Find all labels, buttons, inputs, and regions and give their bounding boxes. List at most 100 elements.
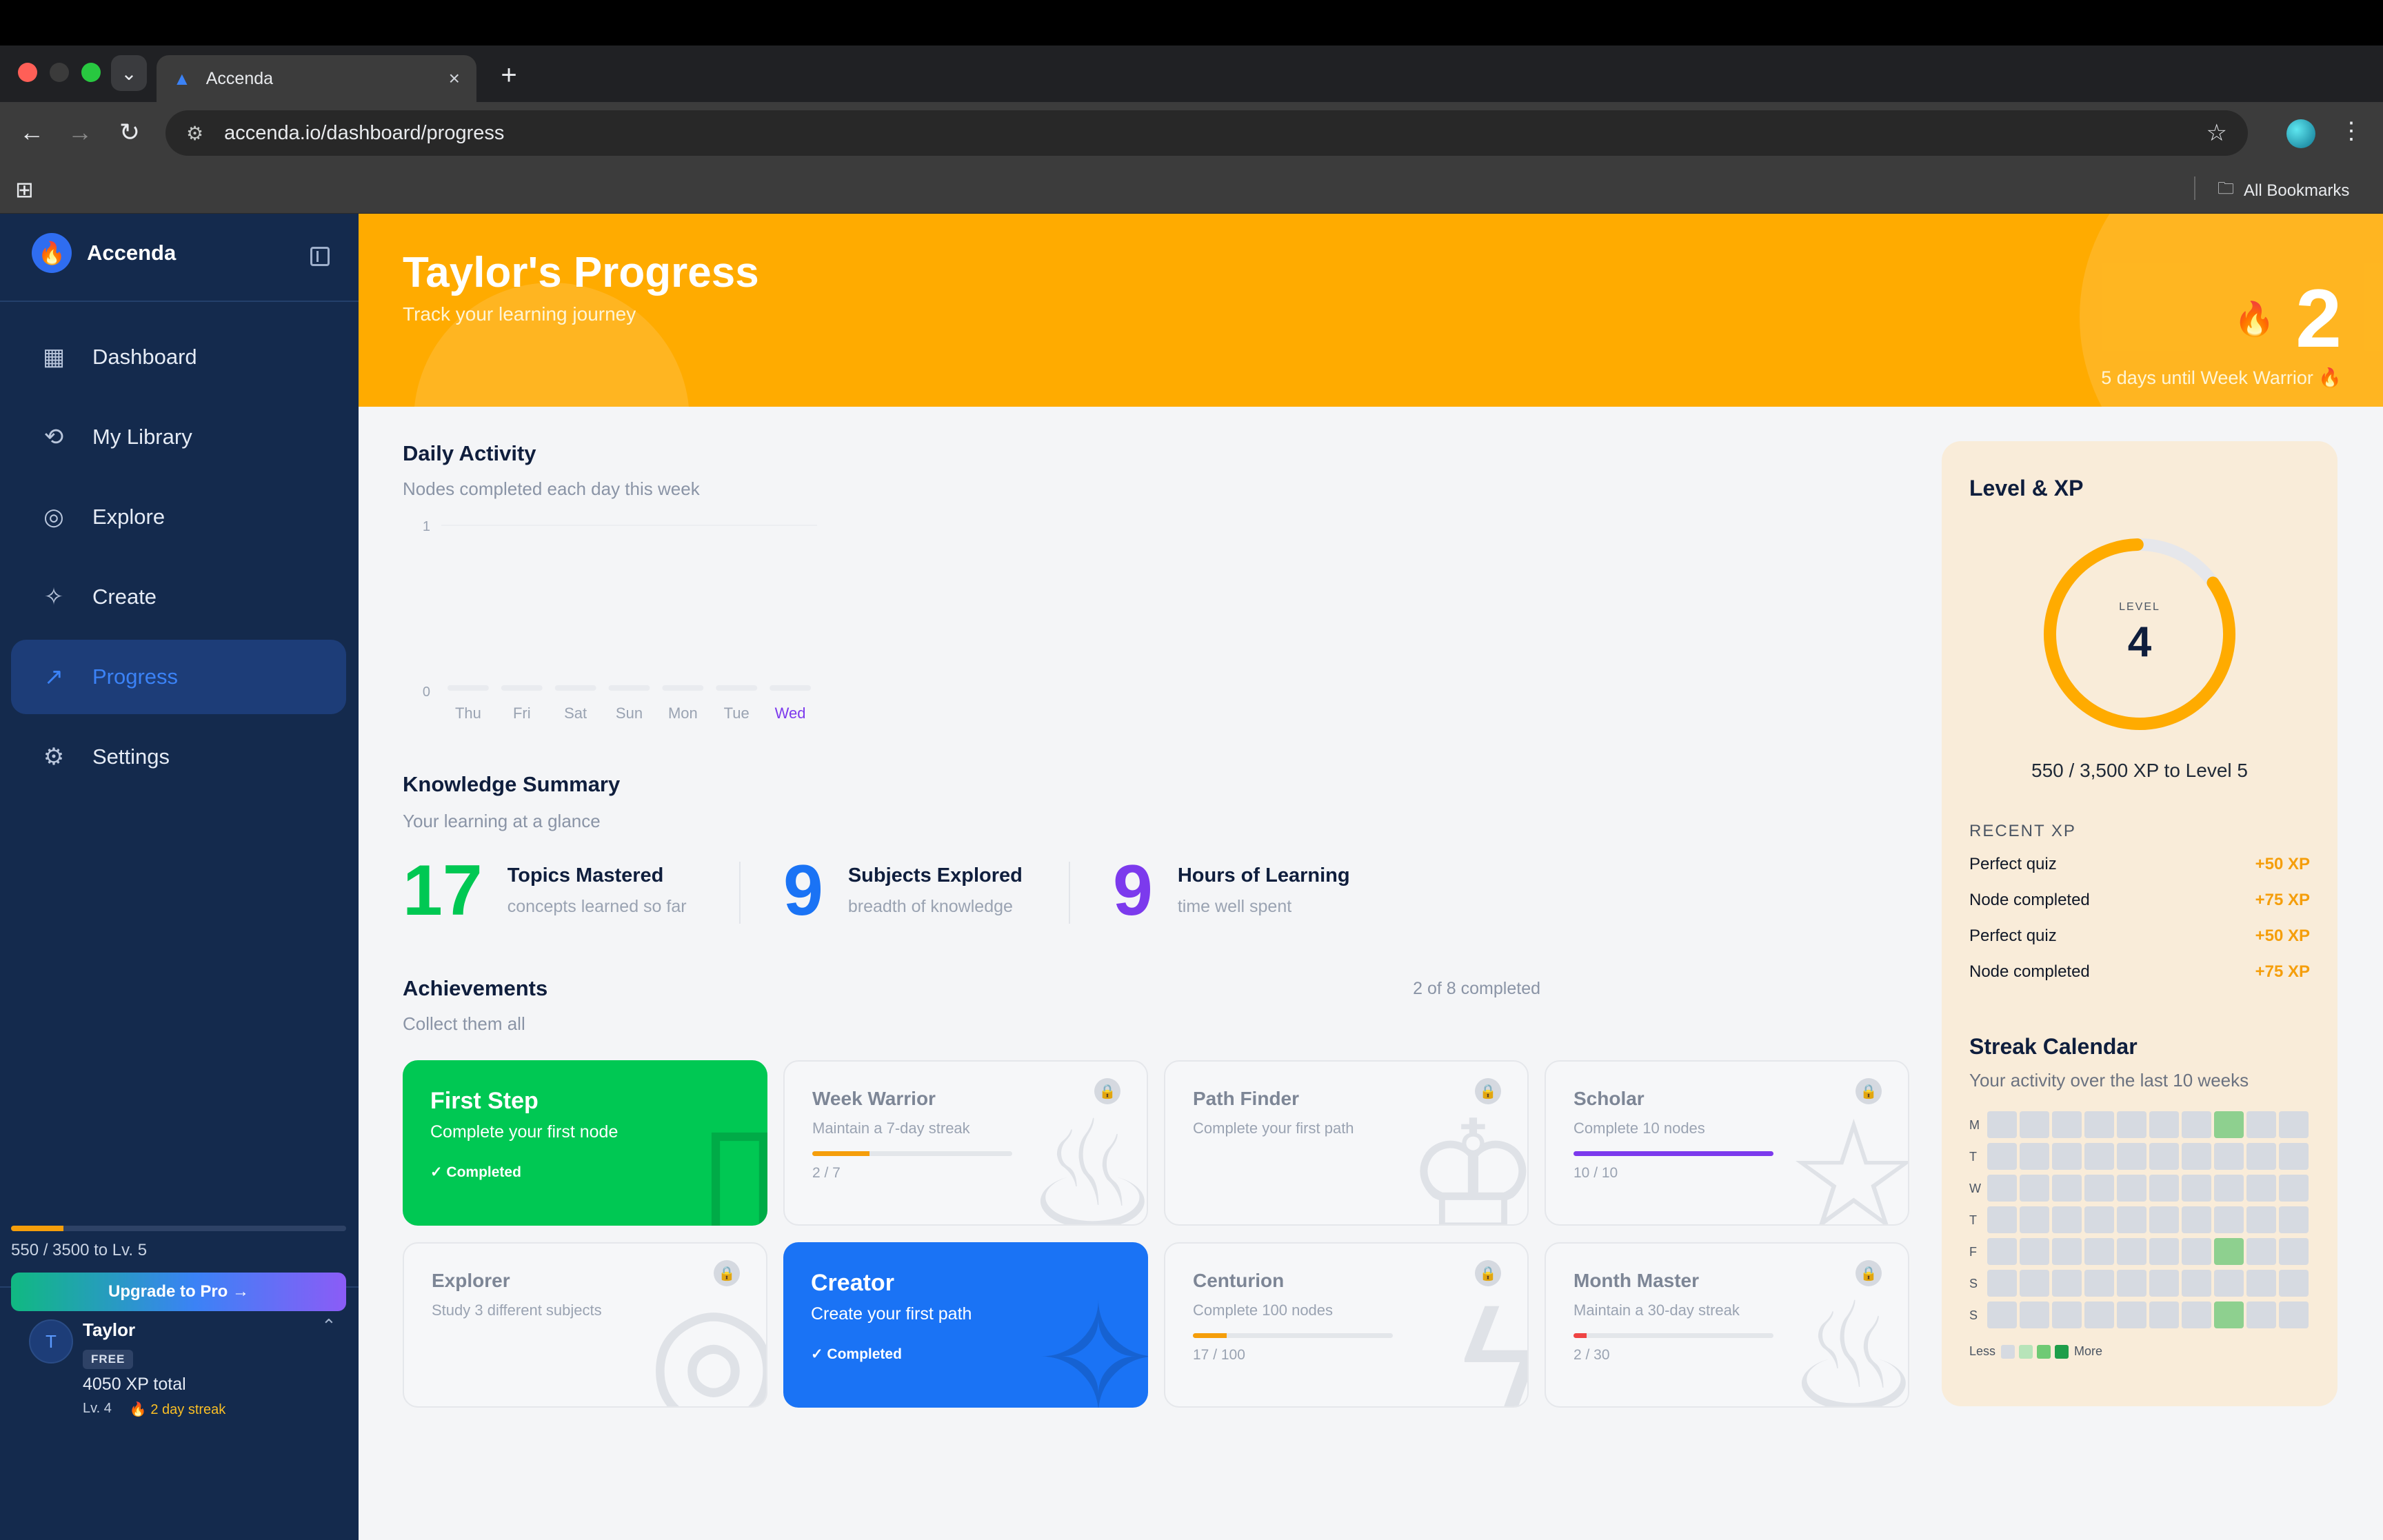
achievement-path-finder[interactable]: ♔ Path Finder Complete your first path 🔒 [1164,1060,1529,1226]
sidebar-item-explore[interactable]: ◎ Explore [11,480,346,554]
calendar-cell [2214,1143,2244,1170]
minimize-window-button[interactable] [50,63,69,82]
apps-grid-icon[interactable]: ⊞ [15,176,34,203]
calendar-cell [2052,1111,2082,1138]
gear-icon: ⚙ [43,744,65,770]
calendar-day-label: S [1969,1308,1978,1322]
daily-activity-subtitle: Nodes completed each day this week [403,478,700,499]
recent-xp-label: Perfect quiz [1969,855,2057,873]
all-bookmarks-label: All Bookmarks [2244,181,2350,200]
back-button[interactable]: ← [15,116,48,149]
browser-menu-icon[interactable]: ⋮ [2337,117,2365,145]
upgrade-to-pro-button[interactable]: Upgrade to Pro → [11,1273,346,1311]
close-tab-icon[interactable]: × [449,68,460,90]
sidebar-item-dashboard[interactable]: ▦ Dashboard [11,320,346,394]
bookmark-star-icon[interactable]: ☆ [2206,119,2227,147]
calendar-cell [2052,1206,2082,1233]
collapse-sidebar-icon[interactable] [310,247,330,266]
calendar-cell [2246,1206,2276,1233]
calendar-cell [2084,1111,2114,1138]
sidebar-divider [0,301,359,302]
book-icon: ▯ [697,1093,767,1226]
close-window-button[interactable] [18,63,37,82]
achievement-description: Maintain a 7-day streak [812,1119,970,1137]
lock-icon: 🔒 [1475,1078,1501,1104]
calendar-cell [2182,1143,2211,1170]
os-menu-bar [0,0,2383,45]
chevron-down-icon: ⌄ [121,62,137,84]
level-xp-panel: Level & XP LEVEL 4 550 / 3,500 XP to Lev… [1942,441,2337,1406]
lock-icon: 🔒 [1475,1260,1501,1286]
calendar-cell [2084,1175,2114,1202]
achievement-first-step[interactable]: ▯ First Step Complete your first node ✓ Com… [403,1060,767,1226]
brand[interactable]: 🔥 Accenda [32,233,176,273]
achievement-description: Complete 100 nodes [1193,1301,1334,1319]
calendar-cell [2246,1175,2276,1202]
calendar-cell [1987,1206,2017,1233]
legend-swatch [2019,1344,2033,1359]
achievement-description: Complete 10 nodes [1573,1119,1705,1137]
sidebar-item-progress[interactable]: ↗ Progress [11,640,346,714]
browser-tab[interactable]: ▲ Accenda × [157,55,476,102]
calendar-cell [2084,1301,2114,1328]
sidebar-item-create[interactable]: ✧ Create [11,560,346,634]
tab-search-button[interactable]: ⌄ [111,55,147,91]
calendar-cell [2052,1270,2082,1297]
calendar-cell [2117,1206,2146,1233]
sidebar-item-label: My Library [92,425,192,449]
achievement-scholar[interactable]: ☆ Scholar Complete 10 nodes 🔒 10 / 10 [1545,1060,1909,1226]
achievement-centurion[interactable]: ϟ Centurion Complete 100 nodes 🔒 17 / 100 [1164,1242,1529,1408]
calendar-cell [2214,1270,2244,1297]
calendar-cell [2279,1301,2309,1328]
achievement-explorer[interactable]: ◎ Explorer Study 3 different subjects 🔒 [403,1242,767,1408]
sidebar-item-label: Settings [92,744,170,769]
calendar-cell [2084,1238,2114,1265]
reload-button[interactable]: ↻ [113,116,146,149]
site-settings-icon[interactable]: ⚙ [186,122,203,145]
profile-avatar[interactable] [2286,119,2315,148]
forward-button[interactable]: → [63,116,97,149]
calendar-cell [2214,1301,2244,1328]
recent-xp-amount: +75 XP [2255,891,2310,909]
maximize-window-button[interactable] [81,63,101,82]
recent-xp-amount: +50 XP [2255,926,2310,945]
flame-icon: 🔥 [129,1402,151,1417]
streak-calendar-subtitle: Your activity over the last 10 weeks [1969,1070,2249,1091]
level-number: 4 [2127,618,2152,666]
calendar-cell [2149,1143,2179,1170]
calendar-cell [2214,1175,2244,1202]
achievement-creator[interactable]: ✧ Creator Create your first path ✓ Complete… [783,1242,1148,1408]
grid-icon: ▦ [42,344,66,370]
lightning-icon: ϟ [1461,1282,1527,1406]
calendar-cell [1987,1175,2017,1202]
plan-badge: FREE [83,1350,134,1369]
achievement-month-master[interactable]: ♨ Month Master Maintain a 30-day streak 🔒 2 … [1545,1242,1909,1408]
calendar-cell [2182,1238,2211,1265]
user-avatar[interactable]: T [29,1319,73,1364]
calendar-cell [2020,1270,2049,1297]
calendar-cell [2117,1238,2146,1265]
sidebar-item-settings[interactable]: ⚙ Settings [11,720,346,794]
sidebar-item-my-library[interactable]: ⟲ My Library [11,400,346,474]
recent-xp-item: Perfect quiz +50 XP [1969,926,2310,946]
calendar-cell [2149,1111,2179,1138]
all-bookmarks-button[interactable]: 🗀 All Bookmarks [2218,176,2349,205]
stat-value: 9 [1113,851,1153,931]
sparkle-icon: ✧ [1034,1275,1148,1408]
flame-icon: ♨ [1785,1273,1909,1408]
decorative-circle [414,283,690,407]
achievement-title: Centurion [1193,1270,1285,1291]
achievements-subtitle: Collect them all [403,1013,525,1034]
achievement-description: Maintain a 30-day streak [1573,1301,1740,1319]
calendar-cell [1987,1301,2017,1328]
new-tab-button[interactable]: + [492,58,526,92]
streak-hint: 5 days until Week Warrior 🔥 [2101,367,2342,388]
plus-icon: + [501,59,517,90]
address-bar[interactable]: ⚙ accenda.io/dashboard/progress ☆ [165,110,2248,156]
achievement-week-warrior[interactable]: ♨ Week Warrior Maintain a 7-day streak 🔒 2 /… [783,1060,1148,1226]
achievements-count: 2 of 8 completed [1413,979,1540,998]
chevron-up-icon[interactable]: ⌃ [321,1315,336,1337]
achievement-title: Creator [811,1270,894,1296]
stat-divider [739,862,741,924]
stat-divider [1069,862,1070,924]
